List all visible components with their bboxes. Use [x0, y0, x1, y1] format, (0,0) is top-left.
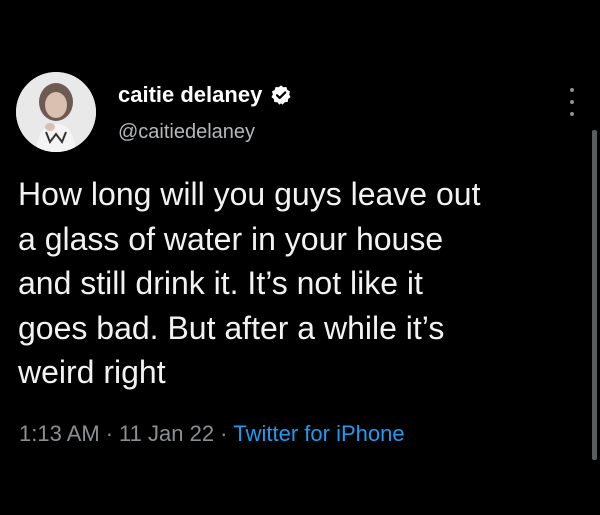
tweet-metadata: 1:13 AM · 11 Jan 22 · Twitter for iPhone — [19, 420, 405, 448]
avatar[interactable] — [16, 72, 96, 152]
meta-separator: · — [220, 421, 228, 446]
more-vertical-icon-dot-2 — [570, 100, 574, 104]
tweet-source-link[interactable]: Twitter for iPhone — [233, 421, 404, 446]
more-options-button[interactable] — [565, 88, 579, 116]
more-vertical-icon — [570, 88, 574, 92]
scrollbar[interactable] — [592, 130, 597, 460]
more-vertical-icon-dot-3 — [570, 112, 574, 116]
tweet-text: How long will you guys leave out a glass… — [18, 172, 583, 395]
tweet-text-line: weird right — [18, 354, 166, 390]
verified-badge-icon — [271, 85, 291, 105]
tweet-text-line: and still drink it. It’s not like it — [18, 265, 423, 301]
tweet-text-line: a glass of water in your house — [18, 220, 444, 257]
tweet-text-line: How long will you guys leave out — [18, 176, 481, 212]
avatar-image — [16, 72, 96, 152]
tweet-card: caitie delaney @caitiedelaney How long w… — [0, 0, 600, 515]
author-name-row[interactable]: caitie delaney — [118, 82, 292, 108]
tweet-text-line: goes bad. But after a while it’s — [18, 309, 445, 346]
tweet-date[interactable]: 11 Jan 22 — [119, 421, 214, 446]
user-handle[interactable]: @caitiedelaney — [118, 120, 255, 144]
display-name[interactable]: caitie delaney — [118, 82, 262, 108]
meta-separator: · — [105, 421, 114, 446]
tweet-time[interactable]: 1:13 AM — [19, 421, 100, 446]
